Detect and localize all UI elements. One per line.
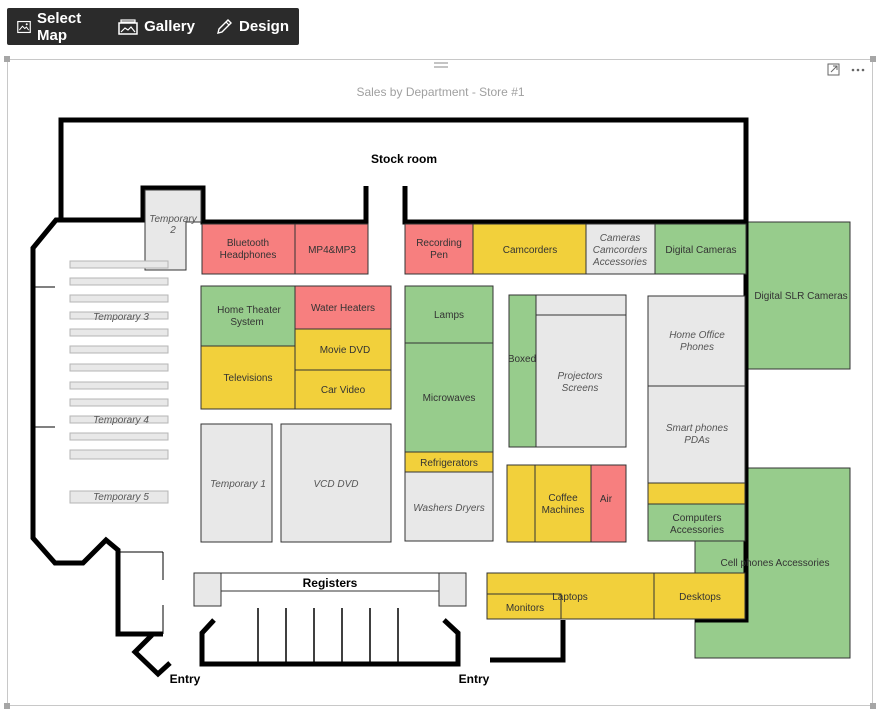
svg-text:Pen: Pen bbox=[430, 250, 448, 261]
wall-stock-room-inner bbox=[61, 185, 369, 225]
svg-text:Coffee: Coffee bbox=[548, 493, 578, 504]
label-temporary-3: Temporary 3 bbox=[93, 312, 149, 323]
label-televisions: Televisions bbox=[224, 373, 273, 384]
wall-bottom-right bbox=[490, 620, 566, 663]
label-mp4-mp3: MP4&MP3 bbox=[308, 245, 356, 256]
label-water-heaters: Water Heaters bbox=[311, 303, 375, 314]
area-bluetooth-headphones[interactable] bbox=[201, 223, 296, 275]
label-vcd-dvd: VCD DVD bbox=[313, 479, 358, 490]
wall-entry-door bbox=[131, 633, 172, 678]
label-air: Air bbox=[600, 494, 613, 505]
svg-text:Computers: Computers bbox=[673, 513, 722, 524]
label-lamps: Lamps bbox=[434, 310, 464, 321]
area-recording-pen[interactable] bbox=[404, 223, 474, 275]
svg-text:Home Office: Home Office bbox=[669, 330, 725, 341]
svg-text:Phones: Phones bbox=[680, 342, 714, 353]
svg-text:Temporary: Temporary bbox=[149, 214, 197, 225]
wall-vestibule bbox=[119, 551, 163, 634]
svg-text:Headphones: Headphones bbox=[220, 250, 277, 261]
label-desktops: Desktops bbox=[679, 592, 721, 603]
svg-text:Machines: Machines bbox=[542, 505, 585, 516]
svg-text:Camcorders: Camcorders bbox=[593, 245, 647, 256]
label-laptops: Laptops bbox=[552, 592, 588, 603]
svg-text:Accessories: Accessories bbox=[592, 257, 647, 268]
label-monitors: Monitors bbox=[506, 603, 544, 614]
label-camcorders: Camcorders bbox=[503, 245, 557, 256]
label-registers: Registers bbox=[303, 576, 358, 590]
svg-text:System: System bbox=[230, 317, 263, 328]
label-temporary-4: Temporary 4 bbox=[93, 415, 149, 426]
label-cell-phones-accessories: Cell phones Accessories bbox=[721, 558, 830, 569]
label-car-video: Car Video bbox=[321, 385, 366, 396]
label-entry-right: Entry bbox=[459, 672, 490, 686]
svg-text:Bluetooth: Bluetooth bbox=[227, 238, 269, 249]
label-digital-slr-cameras: Digital SLR Cameras bbox=[754, 291, 847, 302]
label-boxed: Boxed bbox=[508, 354, 536, 365]
svg-text:Screens: Screens bbox=[562, 383, 599, 394]
svg-text:Recording: Recording bbox=[416, 238, 462, 249]
label-digital-cameras: Digital Cameras bbox=[665, 245, 736, 256]
label-microwaves: Microwaves bbox=[423, 393, 476, 404]
svg-text:2: 2 bbox=[169, 225, 176, 236]
svg-text:Projectors: Projectors bbox=[557, 371, 602, 382]
label-washers-dryers: Washers Dryers bbox=[413, 503, 485, 514]
svg-text:PDAs: PDAs bbox=[684, 435, 710, 446]
svg-text:Smart phones: Smart phones bbox=[666, 423, 728, 434]
label-entry-left: Entry bbox=[170, 672, 201, 686]
label-temporary-1: Temporary 1 bbox=[210, 479, 266, 490]
label-stock-room: Stock room bbox=[371, 152, 437, 166]
wall-checkout bbox=[199, 618, 461, 667]
svg-text:Home Theater: Home Theater bbox=[217, 305, 281, 316]
area-home-theater-system[interactable] bbox=[200, 285, 296, 347]
label-movie-dvd: Movie DVD bbox=[320, 345, 371, 356]
floor-map: Stock room Temporary 2 Bluetooth Headpho… bbox=[30, 117, 851, 686]
svg-text:Accessories: Accessories bbox=[670, 525, 724, 536]
area-home-office-phones[interactable] bbox=[647, 295, 746, 387]
label-temporary-5: Temporary 5 bbox=[93, 492, 149, 503]
svg-text:Cameras: Cameras bbox=[600, 233, 641, 244]
label-refrigerators: Refrigerators bbox=[420, 458, 478, 469]
area-boxed[interactable] bbox=[508, 294, 537, 448]
